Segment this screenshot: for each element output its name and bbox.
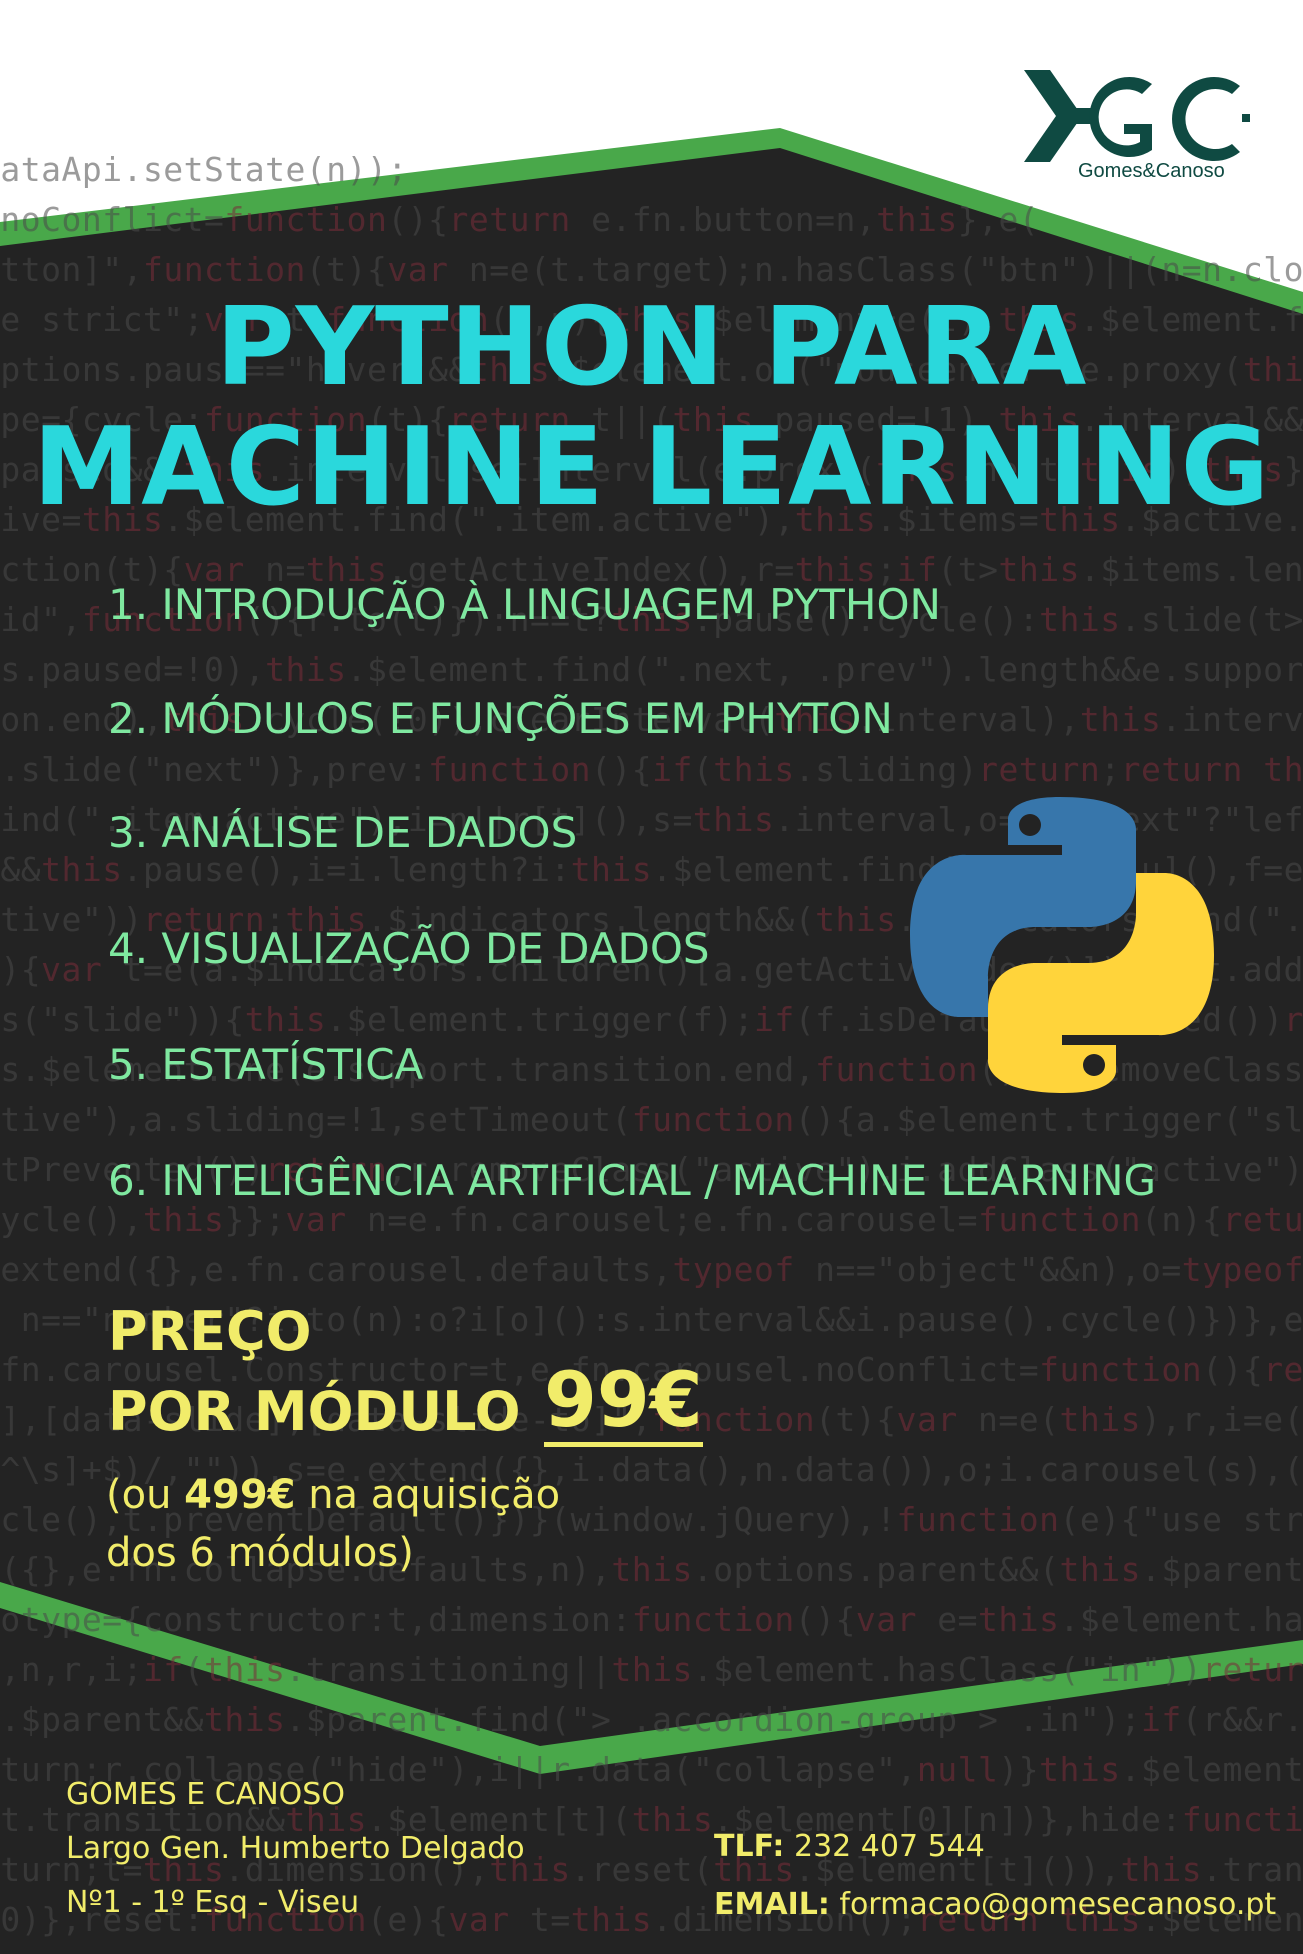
python-logo-icon [910, 797, 1214, 1093]
email-line: EMAIL: formacao@gomesecanoso.pt [714, 1876, 1276, 1934]
logo-wordmark: Gomes&Canoso [1078, 160, 1225, 182]
phone-line: TLF: 232 407 544 [714, 1818, 1276, 1876]
price-note-line-2: dos 6 módulos) [106, 1530, 414, 1576]
phone-label: TLF: [714, 1829, 785, 1864]
page-title: PYTHON PARA MACHINE LEARNING [0, 288, 1303, 528]
title-line-1: PYTHON PARA [215, 285, 1088, 410]
module-item-4: 4. VISUALIZAÇÃO DE DADOS [108, 924, 710, 973]
phone-number[interactable]: 232 407 544 [794, 1829, 985, 1864]
module-item-5: 5. ESTATÍSTICA [108, 1040, 424, 1089]
price-label: PREÇO POR MÓDULO [108, 1292, 521, 1452]
street-number: Nº1 - 1º Esq - Viseu [66, 1885, 360, 1920]
price-value: 99€ [544, 1360, 703, 1447]
module-item-1: 1. INTRODUÇÃO À LINGUAGEM PYTHON [108, 580, 941, 629]
module-item-6: 6. INTELIGÊNCIA ARTIFICIAL / MACHINE LEA… [108, 1156, 1157, 1205]
module-item-3: 3. ANÁLISE DE DADOS [108, 808, 578, 857]
poster: dataApi.setState(n)); .noConflict=functi… [0, 0, 1303, 1954]
street-address: Largo Gen. Humberto Delgado [66, 1831, 525, 1866]
price-label-line-1: PREÇO [108, 1300, 312, 1363]
price-label-line-2: POR MÓDULO [108, 1380, 521, 1443]
company-name: GOMES E CANOSO [66, 1777, 345, 1812]
title-line-2: MACHINE LEARNING [32, 405, 1271, 530]
module-item-2: 2. MÓDULOS E FUNÇÕES EM PHYTON [108, 694, 893, 743]
contacts-block: TLF: 232 407 544 EMAIL: formacao@gomesec… [714, 1818, 1276, 1934]
address-block: GOMES E CANOSO Largo Gen. Humberto Delga… [66, 1768, 525, 1930]
price-note-line-1: (ou 499€ na aquisição [106, 1472, 561, 1518]
bundle-price: 499€ [184, 1472, 296, 1518]
price-note: (ou 499€ na aquisição dos 6 módulos) [106, 1466, 560, 1582]
email-address[interactable]: formacao@gomesecanoso.pt [839, 1887, 1276, 1922]
email-label: EMAIL: [714, 1887, 830, 1922]
